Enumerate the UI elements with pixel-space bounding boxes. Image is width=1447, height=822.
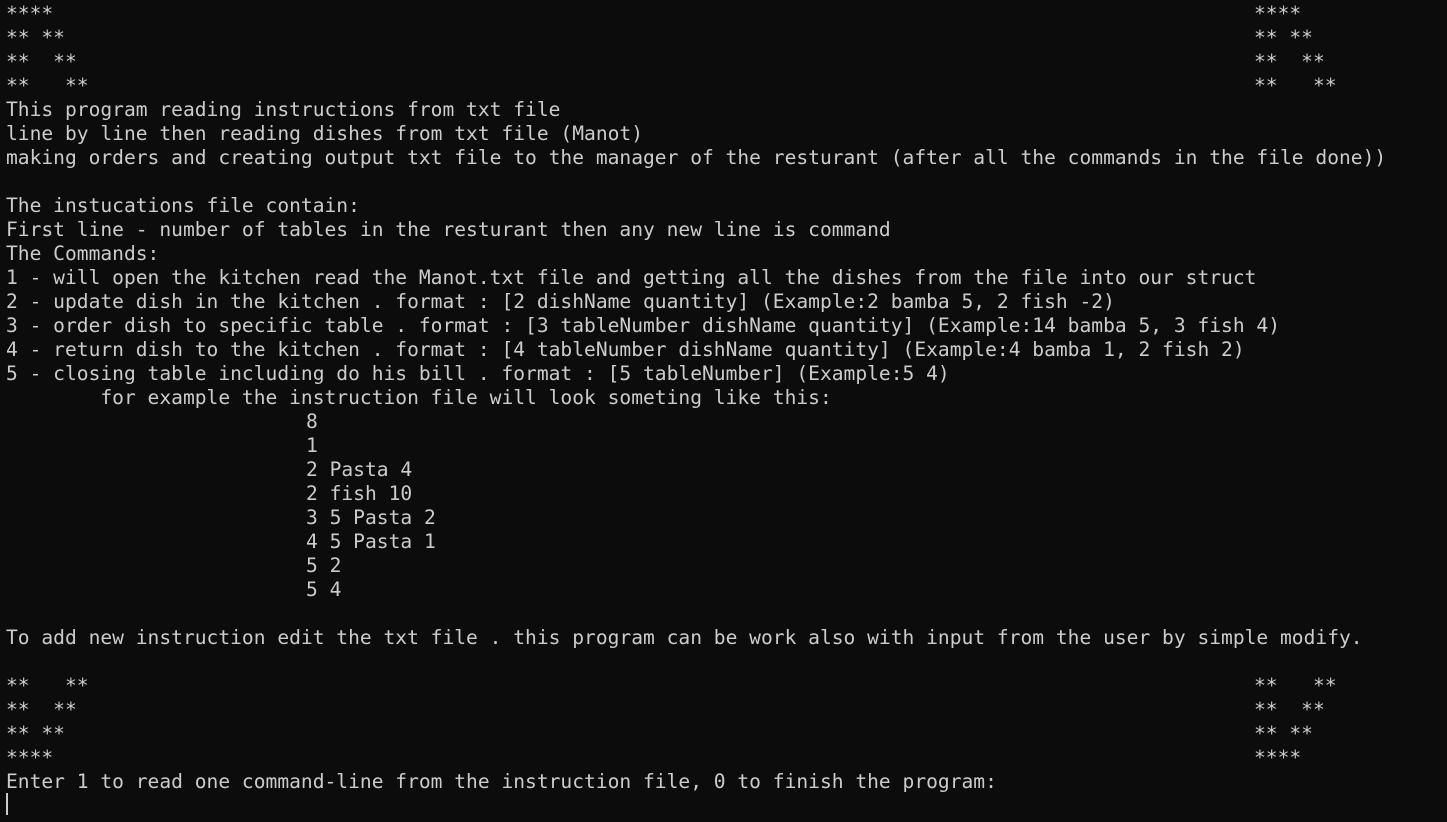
example-line: 2 Pasta 4: [306, 458, 413, 481]
banner-bottom-right-2: ** **: [1254, 698, 1325, 721]
example-line: 2 fish 10: [306, 482, 413, 505]
intro-line-2: line by line then reading dishes from tx…: [6, 122, 644, 145]
banner-bottom-line-4: ****: [6, 746, 54, 769]
example-line: 1: [306, 434, 318, 457]
command-5: 5 - closing table including do his bill …: [6, 362, 950, 385]
command-1: 1 - will open the kitchen read the Manot…: [6, 266, 1257, 289]
input-prompt: Enter 1 to read one command-line from th…: [6, 770, 997, 793]
file-desc-first-line: First line - number of tables in the res…: [6, 218, 891, 241]
banner-top-right-2: ** **: [1254, 26, 1313, 49]
banner-top-right-3: ** **: [1254, 50, 1325, 73]
intro-line-3: making orders and creating output txt fi…: [6, 146, 1387, 169]
banner-bottom-line-2: ** **: [6, 698, 77, 721]
intro-line-1: This program reading instructions from t…: [6, 98, 561, 121]
banner-bottom-right-1: ** **: [1254, 674, 1337, 697]
example-intro: for example the instruction file will lo…: [6, 386, 832, 409]
banner-top-line-1: ****: [6, 2, 54, 25]
text-cursor[interactable]: [6, 793, 8, 815]
banner-top-line-4: ** **: [6, 74, 89, 97]
add-instruction-note: To add new instruction edit the txt file…: [6, 626, 1363, 649]
banner-bottom-right-3: ** **: [1254, 722, 1313, 745]
banner-top-right-4: ** **: [1254, 74, 1337, 97]
banner-bottom-line-3: ** **: [6, 722, 65, 745]
command-2: 2 - update dish in the kitchen . format …: [6, 290, 1115, 313]
commands-heading: The Commands:: [6, 242, 160, 265]
example-line: 5 2: [306, 554, 342, 577]
example-line: 5 4: [306, 578, 342, 601]
banner-top-line-3: ** **: [6, 50, 77, 73]
example-line: 8: [306, 410, 318, 433]
console-window[interactable]: **** **** ** ** ** ** ** ** ** ** ** ** …: [0, 0, 1447, 822]
banner-bottom-line-1: ** **: [6, 674, 89, 697]
banner-top-line-2: ** **: [6, 26, 65, 49]
banner-top-right-1: ****: [1254, 2, 1302, 25]
command-3: 3 - order dish to specific table . forma…: [6, 314, 1281, 337]
command-4: 4 - return dish to the kitchen . format …: [6, 338, 1245, 361]
file-desc-heading: The instucations file contain:: [6, 194, 360, 217]
example-line: 4 5 Pasta 1: [306, 530, 436, 553]
example-line: 3 5 Pasta 2: [306, 506, 436, 529]
banner-bottom-right-4: ****: [1254, 746, 1302, 769]
